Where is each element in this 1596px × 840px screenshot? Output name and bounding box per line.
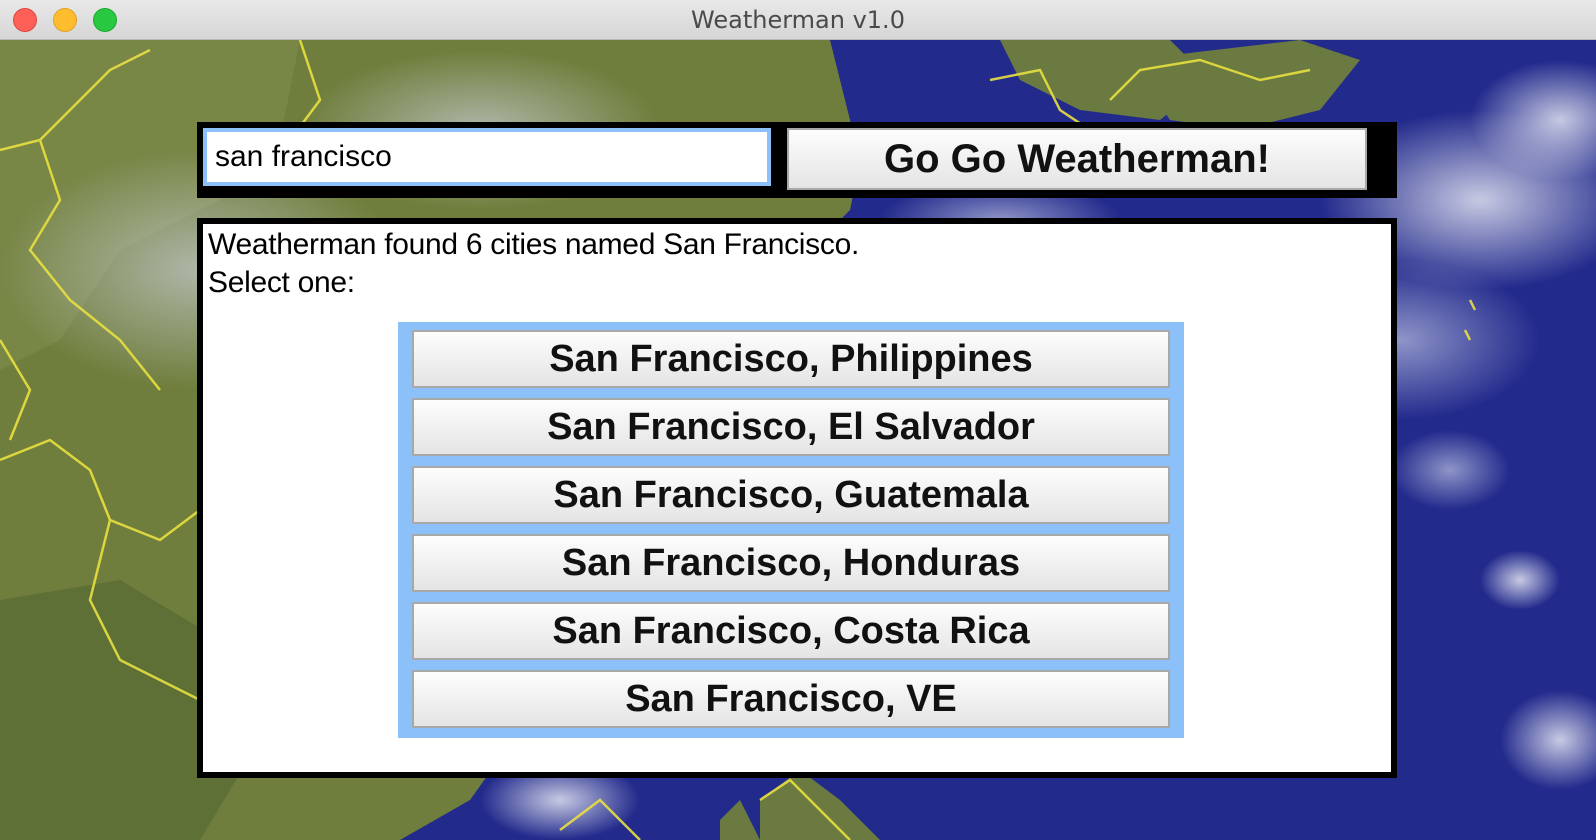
city-button-costa-rica[interactable]: San Francisco, Costa Rica [412, 602, 1170, 660]
city-button-el-salvador[interactable]: San Francisco, El Salvador [412, 398, 1170, 456]
results-count-text: Weatherman found 6 cities named San Fran… [208, 228, 859, 261]
select-prompt-text: Select one: [208, 266, 355, 299]
window-title: Weatherman v1.0 [691, 6, 905, 34]
city-search-input[interactable] [203, 128, 771, 186]
city-button-guatemala[interactable]: San Francisco, Guatemala [412, 466, 1170, 524]
results-message: Weatherman found 6 cities named San Fran… [208, 226, 859, 302]
search-bar: Go Go Weatherman! [197, 122, 1397, 198]
title-bar[interactable]: Weatherman v1.0 [0, 0, 1596, 40]
city-button-honduras[interactable]: San Francisco, Honduras [412, 534, 1170, 592]
city-list: San Francisco, Philippines San Francisco… [398, 322, 1184, 738]
results-panel: Weatherman found 6 cities named San Fran… [197, 218, 1397, 778]
go-go-weatherman-button[interactable]: Go Go Weatherman! [787, 128, 1367, 190]
city-button-philippines[interactable]: San Francisco, Philippines [412, 330, 1170, 388]
app-window: Weatherman v1.0 san francisco Go Go Weat… [0, 0, 1596, 840]
city-button-ve[interactable]: San Francisco, VE [412, 670, 1170, 728]
